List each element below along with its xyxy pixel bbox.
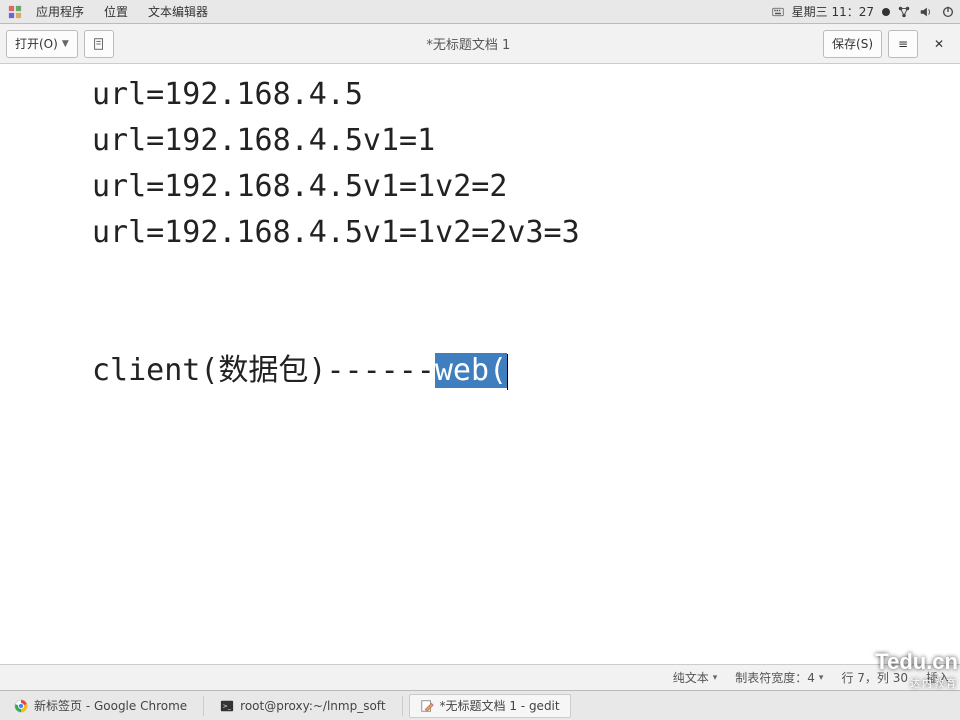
tabwidth-combo[interactable]: 制表符宽度：4 ▾ bbox=[735, 669, 823, 686]
panel-right: 星期三 11：27 bbox=[770, 3, 956, 20]
activities-icon[interactable] bbox=[8, 5, 22, 19]
chrome-icon bbox=[14, 699, 28, 713]
line-7-selection: web( bbox=[435, 353, 507, 388]
close-button[interactable]: ✕ bbox=[924, 30, 954, 58]
keyboard-icon[interactable] bbox=[770, 4, 786, 20]
svg-text:>_: >_ bbox=[223, 702, 232, 709]
taskbar-item-gedit[interactable]: *无标题文档 1 - gedit bbox=[409, 694, 571, 718]
chevron-down-icon: ▾ bbox=[713, 673, 718, 683]
taskbar-label-gedit: *无标题文档 1 - gedit bbox=[440, 697, 560, 714]
taskbar-item-terminal[interactable]: >_ root@proxy:~/lnmp_soft bbox=[210, 694, 395, 718]
taskbar-separator bbox=[402, 696, 403, 716]
gedit-statusbar: 纯文本 ▾ 制表符宽度：4 ▾ 行 7，列 30 插入 bbox=[0, 664, 960, 690]
line-7-prefix: client(数据包)------ bbox=[92, 353, 435, 388]
hamburger-menu-button[interactable]: ≡ bbox=[888, 30, 918, 58]
new-document-button[interactable] bbox=[84, 30, 114, 58]
taskbar-item-chrome[interactable]: 新标签页 - Google Chrome bbox=[4, 694, 197, 718]
line-4: url=192.168.4.5v1=1v2=2v3=3 bbox=[92, 215, 580, 250]
open-button[interactable]: 打开(O) ▼ bbox=[6, 30, 78, 58]
save-button[interactable]: 保存(S) bbox=[823, 30, 882, 58]
editor-area[interactable]: url=192.168.4.5 url=192.168.4.5v1=1 url=… bbox=[0, 64, 960, 664]
clock-text[interactable]: 星期三 11：27 bbox=[792, 3, 874, 20]
insert-mode: 插入 bbox=[926, 669, 950, 686]
tabwidth-label: 制表符宽度：4 bbox=[735, 669, 815, 686]
chevron-down-icon: ▼ bbox=[62, 39, 69, 49]
new-doc-icon bbox=[92, 37, 106, 51]
terminal-icon: >_ bbox=[220, 699, 234, 713]
menu-texteditor[interactable]: 文本编辑器 bbox=[138, 3, 218, 20]
open-button-label: 打开(O) bbox=[15, 35, 58, 52]
hamburger-icon: ≡ bbox=[898, 37, 908, 51]
gedit-icon bbox=[420, 699, 434, 713]
panel-left: 应用程序 位置 文本编辑器 bbox=[4, 3, 218, 20]
document-title: *无标题文档 1 bbox=[120, 34, 817, 53]
gnome-top-panel: 应用程序 位置 文本编辑器 星期三 11：27 bbox=[0, 0, 960, 24]
close-icon: ✕ bbox=[934, 37, 944, 51]
power-icon[interactable] bbox=[940, 4, 956, 20]
network-icon[interactable] bbox=[896, 4, 912, 20]
menu-places[interactable]: 位置 bbox=[94, 3, 138, 20]
cursor-position: 行 7，列 30 bbox=[841, 669, 908, 686]
gnome-taskbar: 新标签页 - Google Chrome >_ root@proxy:~/lnm… bbox=[0, 690, 960, 720]
line-3: url=192.168.4.5v1=1v2=2 bbox=[92, 169, 507, 204]
editor-content[interactable]: url=192.168.4.5 url=192.168.4.5v1=1 url=… bbox=[0, 72, 960, 394]
line-1: url=192.168.4.5 bbox=[92, 77, 363, 112]
volume-icon[interactable] bbox=[918, 4, 934, 20]
taskbar-label-terminal: root@proxy:~/lnmp_soft bbox=[240, 699, 385, 713]
clock-dot-icon bbox=[882, 8, 890, 16]
line-2: url=192.168.4.5v1=1 bbox=[92, 123, 435, 158]
taskbar-separator bbox=[203, 696, 204, 716]
menu-applications[interactable]: 应用程序 bbox=[26, 3, 94, 20]
chevron-down-icon: ▾ bbox=[819, 673, 824, 683]
gedit-toolbar: 打开(O) ▼ *无标题文档 1 保存(S) ≡ ✕ bbox=[0, 24, 960, 64]
save-button-label: 保存(S) bbox=[832, 35, 873, 52]
taskbar-label-chrome: 新标签页 - Google Chrome bbox=[34, 697, 187, 714]
syntax-label: 纯文本 bbox=[673, 669, 709, 686]
text-cursor bbox=[507, 354, 508, 390]
syntax-combo[interactable]: 纯文本 ▾ bbox=[673, 669, 718, 686]
